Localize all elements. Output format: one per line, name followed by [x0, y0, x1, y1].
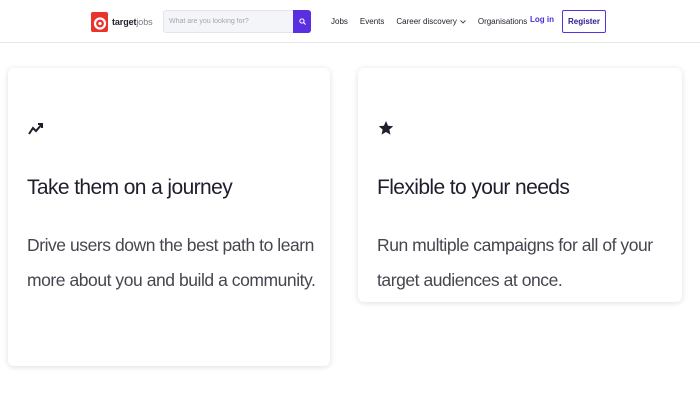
feature-card-journey: Take them on a journey Drive users down …	[8, 68, 330, 366]
top-navbar: targetjobs Jobs Events Career discovery …	[0, 0, 700, 43]
nav-organisations[interactable]: Organisations	[478, 17, 527, 26]
star-icon	[378, 120, 394, 136]
trending-up-icon	[28, 120, 44, 136]
feature-card-flexible: Flexible to your needs Run multiple camp…	[358, 68, 682, 302]
feature-title: Flexible to your needs	[377, 176, 570, 199]
search-input[interactable]	[164, 11, 289, 32]
feature-description: Run multiple campaigns for all of your t…	[377, 235, 653, 290]
feature-title: Take them on a journey	[27, 176, 233, 199]
search-icon	[298, 18, 306, 25]
logo-icon	[91, 12, 108, 32]
nav-jobs[interactable]: Jobs	[331, 17, 348, 26]
register-button[interactable]: Register	[562, 10, 606, 33]
search-box	[163, 10, 311, 33]
feature-description: Drive users down the best path to learn …	[27, 235, 316, 290]
search-button[interactable]	[293, 10, 311, 33]
nav-career-discovery[interactable]: Career discovery	[396, 17, 466, 26]
nav-events[interactable]: Events	[360, 17, 384, 26]
logo-text: targetjobs	[112, 17, 153, 27]
login-link[interactable]: Log in	[530, 15, 554, 24]
chevron-down-icon	[460, 19, 466, 24]
nav-career-discovery-label: Career discovery	[396, 17, 457, 26]
main-nav: Jobs Events Career discovery Organisatio…	[331, 0, 539, 43]
logo[interactable]: targetjobs	[91, 11, 153, 33]
